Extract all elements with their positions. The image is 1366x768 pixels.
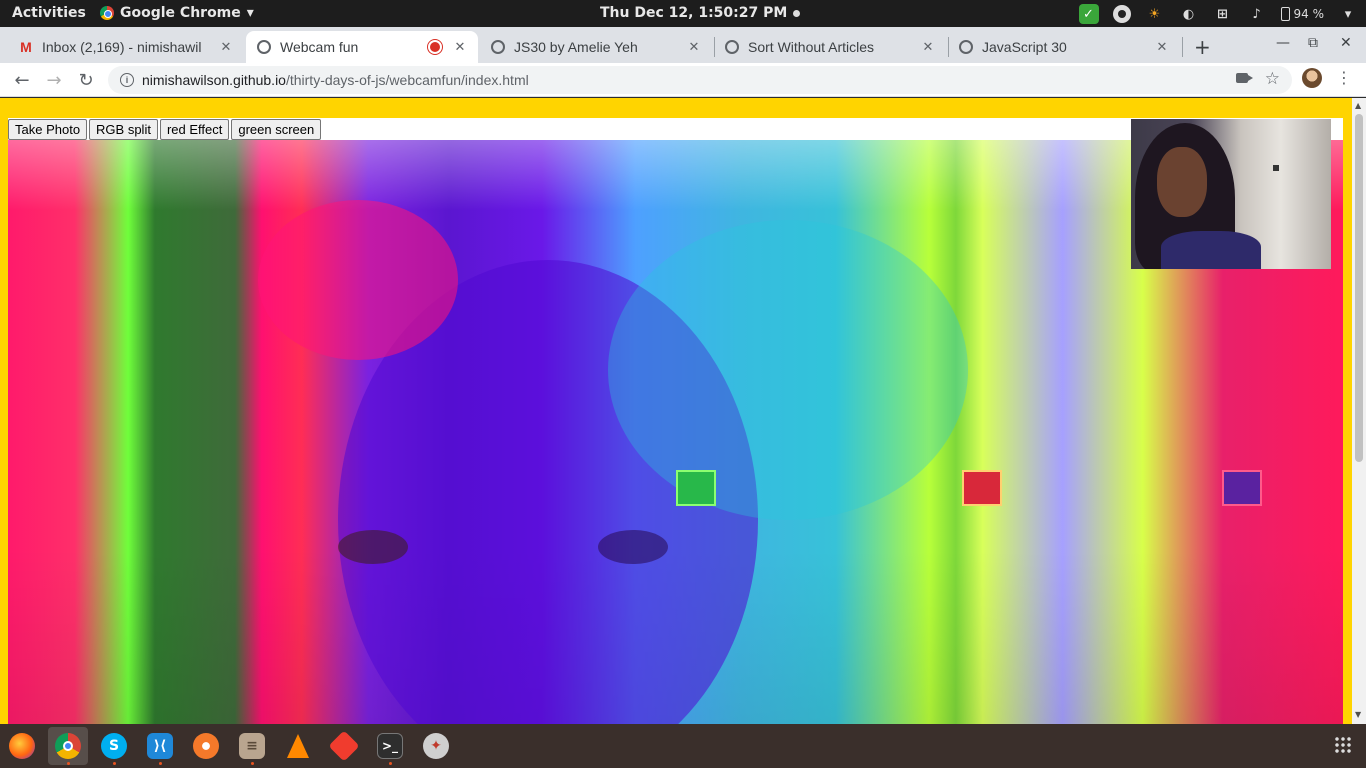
- globe-icon: [958, 39, 974, 55]
- scroll-thumb[interactable]: [1355, 114, 1363, 462]
- red-effect-button[interactable]: red Effect: [159, 119, 230, 140]
- forward-button[interactable]: →: [42, 68, 66, 92]
- tab-inbox[interactable]: M Inbox (2,169) - nimishawil ✕: [8, 31, 244, 63]
- dock: S ⟩⟨ ≡ >_ ✦: [0, 724, 1366, 768]
- chrome-icon[interactable]: [48, 727, 88, 765]
- firefox-icon[interactable]: [2, 727, 42, 765]
- clock-label: Thu Dec 12, 1:50:27 PM: [600, 5, 788, 21]
- tab-title: JS30 by Amelie Yeh: [514, 39, 638, 55]
- url-host: nimishawilson.github.io: [142, 72, 286, 88]
- app-menu-label: Google Chrome: [120, 5, 241, 21]
- clock[interactable]: Thu Dec 12, 1:50:27 PM: [600, 5, 801, 21]
- canvas-shape: [598, 530, 668, 564]
- url-path: /thirty-days-of-js/webcamfun/index.html: [285, 72, 529, 88]
- tab-separator: [1182, 37, 1183, 57]
- files-icon[interactable]: ≡: [232, 727, 272, 765]
- close-icon[interactable]: ✕: [686, 39, 702, 55]
- chevron-down-icon: ▾: [246, 5, 254, 21]
- battery-percent: 94 %: [1293, 7, 1325, 21]
- tab-strip: M Inbox (2,169) - nimishawil ✕ Webcam fu…: [0, 27, 1366, 63]
- notification-dot-icon: [793, 9, 801, 17]
- activities-button[interactable]: Activities: [12, 5, 86, 21]
- close-icon[interactable]: ✕: [1154, 39, 1170, 55]
- skype-icon[interactable]: S: [94, 727, 134, 765]
- canvas-shape: [338, 530, 408, 564]
- tab-title: Sort Without Articles: [748, 39, 875, 55]
- update-check-icon[interactable]: ✓: [1078, 4, 1099, 24]
- address-bar[interactable]: i nimishawilson.github.io/thirty-days-of…: [108, 66, 1292, 94]
- tab-title: Webcam fun: [280, 39, 359, 55]
- effect-controls: Take Photo RGB split red Effect green sc…: [8, 119, 322, 140]
- canvas-shape: [608, 220, 968, 520]
- camera-in-use-icon[interactable]: [1236, 73, 1253, 83]
- volume-icon[interactable]: ♪: [1247, 4, 1267, 24]
- video-shape: [1157, 147, 1207, 217]
- back-button[interactable]: ←: [10, 68, 34, 92]
- power-menu-icon[interactable]: ▾: [1338, 4, 1358, 24]
- network-icon[interactable]: ⊞: [1213, 4, 1233, 24]
- app-menu[interactable]: Google Chrome ▾: [100, 5, 254, 21]
- running-indicator: [250, 762, 254, 765]
- terminal-icon[interactable]: >_: [370, 727, 410, 765]
- tab-js30-amelie[interactable]: JS30 by Amelie Yeh ✕: [480, 31, 712, 63]
- new-tab-button[interactable]: +: [1194, 35, 1211, 59]
- take-photo-button[interactable]: Take Photo: [8, 119, 88, 140]
- running-indicator: [112, 762, 116, 765]
- weather-icon[interactable]: ☀: [1145, 4, 1165, 24]
- show-applications-icon[interactable]: [1334, 736, 1352, 754]
- tab-title: Inbox (2,169) - nimishawil: [42, 39, 202, 55]
- settings-icon[interactable]: ✦: [416, 727, 456, 765]
- globe-icon: [256, 39, 272, 55]
- reload-button[interactable]: ↻: [74, 68, 98, 92]
- webcam-video: [1131, 119, 1331, 269]
- browser-toolbar: ← → ↻ i nimishawilson.github.io/thirty-d…: [0, 63, 1366, 97]
- vscode-icon[interactable]: ⟩⟨: [140, 727, 180, 765]
- tab-webcam-fun[interactable]: Webcam fun ✕: [246, 31, 478, 63]
- globe-icon: [490, 39, 506, 55]
- git-icon[interactable]: [324, 727, 364, 765]
- close-window-button[interactable]: ✕: [1340, 35, 1352, 51]
- recording-icon: [430, 42, 440, 52]
- close-icon[interactable]: ✕: [218, 39, 234, 55]
- chrome-menu-icon[interactable]: ⋮: [1336, 68, 1352, 87]
- canvas-shape: [962, 470, 1002, 506]
- running-indicator: [388, 762, 392, 765]
- maximize-button[interactable]: ⧉: [1308, 35, 1318, 51]
- scroll-up-icon[interactable]: ▲: [1355, 101, 1361, 110]
- sync-icon[interactable]: ◐: [1179, 4, 1199, 24]
- scroll-down-icon[interactable]: ▼: [1355, 710, 1361, 719]
- gmail-icon: M: [20, 39, 32, 55]
- info-icon[interactable]: i: [120, 73, 134, 87]
- canvas-shape: [258, 200, 458, 360]
- vlc-icon[interactable]: [278, 727, 318, 765]
- eye-icon[interactable]: [1112, 5, 1131, 23]
- battery-icon[interactable]: 94 %: [1280, 4, 1325, 24]
- system-top-bar: Activities Google Chrome ▾ Thu Dec 12, 1…: [0, 0, 1366, 27]
- video-shape: [1161, 231, 1261, 269]
- blender-icon[interactable]: [186, 727, 226, 765]
- running-indicator: [66, 762, 70, 765]
- green-screen-button[interactable]: green screen: [231, 119, 322, 140]
- canvas-shape: [1222, 470, 1262, 506]
- bookmark-star-icon[interactable]: ☆: [1265, 69, 1280, 89]
- profile-avatar[interactable]: [1302, 68, 1322, 88]
- tab-sort-without-articles[interactable]: Sort Without Articles ✕: [714, 31, 946, 63]
- globe-icon: [724, 39, 740, 55]
- minimize-button[interactable]: —: [1276, 35, 1290, 51]
- canvas-shape: [676, 470, 716, 506]
- tab-title: JavaScript 30: [982, 39, 1067, 55]
- system-tray[interactable]: ✓ ☀ ◐ ⊞ ♪ 94 % ▾: [1078, 2, 1359, 26]
- running-indicator: [158, 762, 162, 765]
- rgb-split-button[interactable]: RGB split: [89, 119, 158, 140]
- close-icon[interactable]: ✕: [452, 39, 468, 55]
- video-shape: [1273, 165, 1279, 171]
- close-icon[interactable]: ✕: [920, 39, 936, 55]
- page-scrollbar[interactable]: ▲ ▼: [1352, 98, 1366, 724]
- tab-javascript-30[interactable]: JavaScript 30 ✕: [948, 31, 1180, 63]
- chrome-icon: [100, 6, 114, 20]
